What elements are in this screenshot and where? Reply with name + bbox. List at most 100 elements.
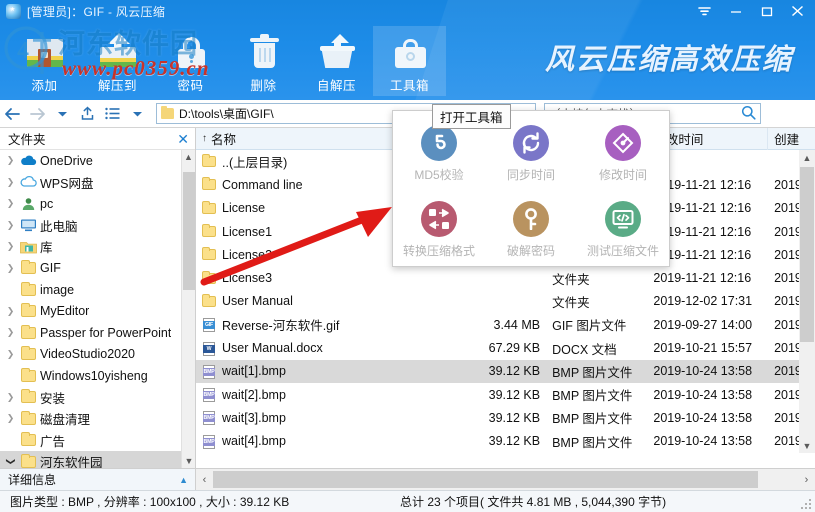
sidebar-item-pc[interactable]: ❯ pc [0,193,195,215]
table-row[interactable]: W User Manual.docx 67.29 KB DOCX 文档 2019-10-… [196,336,815,359]
file-name-text: User Manual.docx [222,341,323,356]
toolbox-popup[interactable]: MD5校验 同步时间 修改时间转换压缩格式 破解密码 测试压缩文件 [392,110,670,267]
file-name-text: wait[4].bmp [222,434,286,449]
hscroll-thumb[interactable] [213,471,758,488]
toolbox-item-label: 测试压缩文件 [586,244,659,258]
toolbar-button-toolbox[interactable]: 工具箱 [373,26,446,96]
chevron-right-icon[interactable]: ❯ [4,392,17,403]
chevron-right-icon[interactable]: ❯ [4,177,17,188]
hscroll-left-icon[interactable]: ‹ [196,469,213,491]
tree-scrollbar[interactable]: ▲ ▼ [181,150,195,468]
sidebar-item-此电脑[interactable]: ❯ 此电脑 [0,215,195,237]
chevron-right-icon[interactable]: ❯ [4,263,17,274]
sidebar-item-videostudio2020[interactable]: ❯ VideoStudio2020 [0,344,195,366]
docx-file-icon: W [202,341,217,356]
menu-chevron-icon[interactable] [689,1,720,22]
column-header-created[interactable]: 创建 [768,128,815,150]
sidebar-item-image[interactable]: image [0,279,195,301]
table-row[interactable]: GIF Reverse-河东软件.gif 3.44 MB GIF 图片文件 2019-0… [196,313,815,336]
details-panel-bar[interactable]: 详细信息 ▲ [0,468,196,490]
toolbox-item-label: 修改时间 [598,168,647,182]
history-chevron-down-icon[interactable] [50,101,75,127]
horizontal-scrollbar[interactable]: ‹ › [196,468,815,490]
folder-icon [20,453,37,468]
sidebar-item-onedrive[interactable]: ❯ OneDrive [0,150,195,172]
cell-type: BMP 图片文件 [552,365,633,380]
sidebar-item-gif[interactable]: ❯ GIF [0,258,195,280]
view-chevron-down-icon[interactable] [125,101,150,127]
sidebar-item-wps网盘[interactable]: ❯ WPS网盘 [0,172,195,194]
list-view-icon[interactable] [100,101,125,127]
sidebar-item-河东软件园[interactable]: ❯ 河东软件园 [0,451,195,468]
sidebar-item-安装[interactable]: ❯ 安装 [0,387,195,409]
address-path: D:\tools\桌面\GIF\ [179,107,274,121]
list-scroll-thumb[interactable] [800,167,814,342]
sidebar-item-库[interactable]: ❯ 库 [0,236,195,258]
toolbar-button-self-extract[interactable]: 自解压 [300,26,373,96]
sidebar-item-label: 此电脑 [40,219,78,234]
sidebar-item-磁盘清理[interactable]: ❯ 磁盘清理 [0,408,195,430]
cell-size: 39.12 KB [488,434,541,449]
toolbox-item-sync-time[interactable]: 同步时间 [485,121,577,183]
toolbox-item-crack-password[interactable]: 破解密码 [485,197,577,259]
hscroll-right-icon[interactable]: › [798,469,815,491]
toolbox-item-modify-time[interactable]: 修改时间 [577,121,669,183]
table-row[interactable]: User Manual 文件夹 2019-12-02 17:31 2019 [196,290,815,313]
chevron-right-icon[interactable]: ❯ [4,413,17,424]
cell-size [451,266,546,289]
toolbox-popup-row: 转换压缩格式 破解密码 测试压缩文件 [393,197,669,259]
chevron-right-icon[interactable]: ❯ [4,306,17,317]
chevron-right-icon[interactable]: ❯ [4,349,17,360]
chevron-right-icon[interactable]: ❯ [4,155,17,166]
back-arrow-icon[interactable] [0,101,25,127]
file-list-scrollbar[interactable]: ▲ ▼ [799,150,815,453]
search-icon[interactable] [741,105,756,123]
file-name-text: License1 [222,224,273,239]
table-row[interactable]: BMP wait[3].bmp 39.12 KB BMP 图片文件 2019-10-24… [196,406,815,429]
minimize-button[interactable] [720,1,751,22]
window-controls [689,0,813,22]
cell-name: W User Manual.docx [196,336,451,359]
list-scroll-down-icon[interactable]: ▼ [799,438,815,453]
forward-arrow-icon[interactable] [25,101,50,127]
maximize-button[interactable] [751,1,782,22]
folder-icon [20,281,37,297]
chevron-down-icon[interactable]: ❯ [5,455,16,468]
file-name-text: ..(上层目录) [222,156,288,171]
close-button[interactable] [782,1,813,22]
folder-icon [20,389,37,404]
toolbox-item-convert-format[interactable]: 转换压缩格式 [393,197,485,259]
upload-icon[interactable] [75,101,100,127]
modify-time-icon [605,125,641,161]
folder-tree[interactable]: ❯ OneDrive ❯ WPS网盘 ❯ pc ❯ 此电脑 ❯ 库 ❯ GIF image ❯ MyEdit… [0,150,195,468]
tree-scroll-thumb[interactable] [183,172,195,290]
table-row[interactable]: BMP wait[2].bmp 39.12 KB BMP 图片文件 2019-10-24… [196,383,815,406]
chevron-right-icon[interactable]: ❯ [4,220,17,231]
resize-grip-icon[interactable] [801,499,812,510]
list-scroll-up-icon[interactable]: ▲ [799,150,815,165]
sidebar-item-广告[interactable]: 广告 [0,430,195,452]
chevron-right-icon[interactable]: ❯ [4,198,17,209]
toolbar-button-delete[interactable]: 删除 [227,26,300,96]
sidebar-item-myeditor[interactable]: ❯ MyEditor [0,301,195,323]
table-row[interactable]: BMP wait[1].bmp 39.12 KB BMP 图片文件 2019-10-24… [196,359,815,383]
close-icon[interactable]: ✕ [177,132,189,146]
tree-scroll-down-icon[interactable]: ▼ [182,454,195,468]
chevron-right-icon[interactable]: ❯ [4,327,17,338]
sidebar-item-label: WPS网盘 [40,176,94,191]
folder-icon [202,270,217,285]
toolbar-label-toolbox: 工具箱 [389,79,429,93]
table-row[interactable]: BMP wait[4].bmp 39.12 KB BMP 图片文件 2019-10-24… [196,430,815,453]
toolbox-item-test-archive[interactable]: 测试压缩文件 [577,197,669,259]
toolbar-label-self-extract: 自解压 [316,79,356,93]
cell-size: 39.12 KB [488,364,541,379]
chevron-right-icon[interactable]: ❯ [4,241,17,252]
caret-up-icon[interactable]: ▲ [179,475,188,485]
tree-scroll-up-icon[interactable]: ▲ [182,150,195,164]
bmp-file-icon: BMP [202,434,217,449]
cell-name: BMP wait[4].bmp [196,430,451,453]
sidebar-item-passper-for-powerpoint[interactable]: ❯ Passper for PowerPoint [0,322,195,344]
table-row[interactable]: License3 文件夹 2019-11-21 12:16 2019 [196,266,815,289]
sidebar-item-windows10yisheng[interactable]: Windows10yisheng [0,365,195,387]
toolbox-item-md5[interactable]: MD5校验 [393,121,485,183]
